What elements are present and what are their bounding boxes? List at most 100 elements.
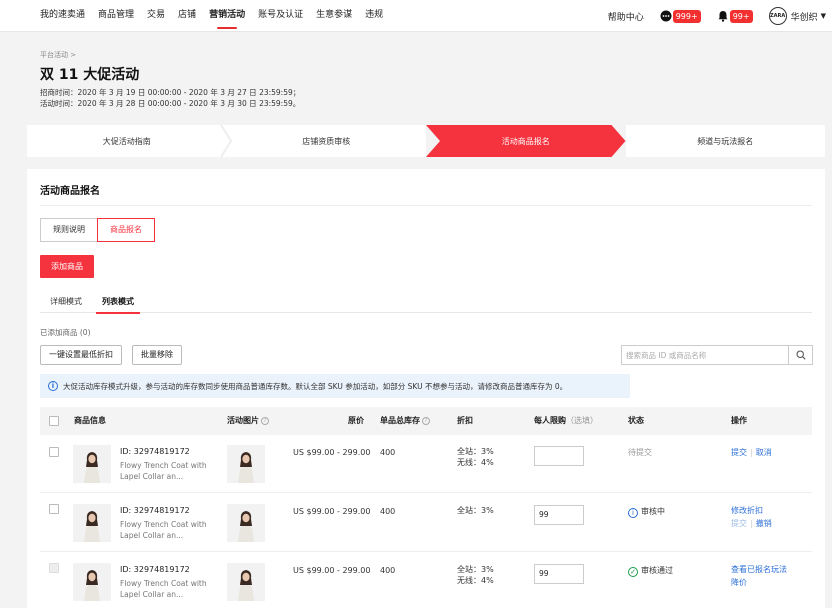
nav-item-trade[interactable]: 交易: [147, 0, 165, 32]
top-navbar: 我的速卖通 商品管理 交易 店铺 营销活动 账号及认证 生意参谋 违规 帮助中心…: [0, 0, 832, 32]
row-checkbox-disabled: [49, 563, 59, 573]
product-signup-card: 活动商品报名 规则说明 商品报名 添加商品 详细模式 列表模式 已添加商品 (0…: [27, 169, 825, 608]
info-icon: i: [48, 381, 58, 391]
avatar[interactable]: ZARA: [768, 7, 787, 25]
messages-badge: 999+: [672, 9, 701, 23]
activity-image-pic: [227, 504, 265, 542]
revoke-link[interactable]: 撤销: [756, 519, 772, 528]
table-row: ID: 32974819172 Flowy Trench Coat with L…: [40, 553, 812, 608]
info-banner: i 大促活动库存模式升级，参与活动的库存数同步使用商品普通库存数。默认全部 SK…: [40, 374, 630, 398]
discount-site: 全站：3%: [457, 447, 494, 456]
discount-mobile: 无线：4%: [457, 576, 494, 585]
product-id: ID: 32974819172: [120, 506, 190, 515]
breadcrumb[interactable]: 平台活动 >: [40, 50, 76, 60]
nav-item-products[interactable]: 商品管理: [98, 0, 134, 32]
batch-remove-button[interactable]: 批量移除: [132, 345, 182, 365]
product-id: ID: 32974819172: [120, 447, 190, 456]
activity-time: 活动时间：2020 年 3 月 28 日 00:00:00 - 2020 年 3…: [40, 99, 301, 108]
status-text: 审核通过: [641, 566, 673, 575]
nav-item-violations[interactable]: 违规: [365, 0, 383, 32]
col-limit-label: 每人限购: [534, 416, 566, 425]
product-name[interactable]: Flowy Trench Coat with: [120, 578, 207, 589]
product-image: [73, 563, 111, 601]
discount-site: 全站：3%: [457, 506, 494, 515]
nav-item-analytics[interactable]: 生意参谋: [316, 0, 352, 32]
product-thumbnail: [73, 504, 111, 542]
col-price: 原价: [348, 416, 364, 425]
activity-image[interactable]: [227, 445, 265, 483]
top-right-tools: 帮助中心 999+ 99+ ZARA 华创织 ▼: [608, 0, 826, 32]
page-header: 平台活动 > 双 11 大促活动 招商时间：2020 年 3 月 19 日 00…: [27, 36, 825, 118]
col-product-info: 商品信息: [74, 416, 106, 425]
reduce-price-link[interactable]: 降价: [731, 578, 747, 587]
help-icon[interactable]: ?: [261, 416, 269, 425]
nav-item-my-store[interactable]: 我的速卖通: [40, 0, 85, 32]
product-info: ID: 32974819172 Flowy Trench Coat with L…: [120, 445, 207, 482]
nav-item-marketing[interactable]: 营销活动: [209, 0, 245, 32]
tab-product-signup[interactable]: 商品报名: [97, 218, 155, 242]
price-cell: US $99.00 - 299.00: [293, 507, 371, 516]
nav-item-account[interactable]: 账号及认证: [258, 0, 303, 32]
discount-site: 全站：3%: [457, 565, 494, 574]
table-header: 商品信息 活动图片? 原价 单品总库存? 折扣 每人限购（选填） 状态 操作: [40, 407, 812, 435]
notifications-badge: 99+: [729, 9, 753, 23]
limit-input[interactable]: 99: [534, 505, 584, 525]
view-mode-tabs: 详细模式 列表模式: [40, 293, 812, 314]
row-actions: 修改折扣 提交 | 撤销: [731, 506, 772, 528]
limit-input[interactable]: [534, 446, 584, 466]
select-all-checkbox[interactable]: [49, 416, 59, 426]
col-activity-image: 活动图片?: [227, 407, 269, 435]
edit-discount-link[interactable]: 修改折扣: [731, 506, 763, 515]
product-thumbnail: [73, 445, 111, 483]
product-name-cont: Lapel Collar an...: [120, 531, 184, 540]
set-min-discount-button[interactable]: 一键设置最低折扣: [40, 345, 122, 365]
cancel-link[interactable]: 取消: [756, 448, 772, 457]
submit-link[interactable]: 提交: [731, 448, 747, 457]
limit-input[interactable]: 99: [534, 564, 584, 584]
product-image: [73, 445, 111, 483]
activity-image-pic: [227, 563, 265, 601]
activity-image[interactable]: [227, 504, 265, 542]
tab-list-mode[interactable]: 列表模式: [92, 293, 144, 314]
main-nav: 我的速卖通 商品管理 交易 店铺 营销活动 账号及认证 生意参谋 违规: [40, 0, 396, 32]
step-label: 活动商品报名: [501, 136, 550, 146]
step-qualification[interactable]: 店铺资质审核: [226, 125, 426, 157]
stock-cell: 400: [380, 448, 396, 457]
table-row: ID: 32974819172 Flowy Trench Coat with L…: [40, 435, 812, 493]
messages-button[interactable]: 999+: [660, 9, 701, 23]
status-badge: 待提交: [628, 448, 652, 457]
status-badge: i 审核中: [628, 505, 665, 518]
view-signup-link[interactable]: 查看已报名玩法: [731, 565, 787, 574]
search-box: [621, 345, 813, 365]
user-name[interactable]: 华创织: [791, 10, 818, 23]
nav-item-shop[interactable]: 店铺: [178, 0, 196, 32]
notifications-button[interactable]: 99+: [717, 9, 753, 23]
price-cell: US $99.00 - 299.00: [293, 566, 371, 575]
segment-tabs: 规则说明 商品报名: [40, 218, 155, 242]
product-image: [73, 504, 111, 542]
product-name-cont: Lapel Collar an...: [120, 590, 184, 599]
help-center-link[interactable]: 帮助中心: [608, 10, 644, 23]
col-discount: 折扣: [457, 416, 473, 425]
step-guide[interactable]: 大促活动指南: [27, 125, 232, 157]
table-row: ID: 32974819172 Flowy Trench Coat with L…: [40, 494, 812, 552]
price-cell: US $99.00 - 299.00: [293, 448, 371, 457]
step-product-signup[interactable]: 活动商品报名: [426, 125, 626, 157]
tab-detail-mode[interactable]: 详细模式: [40, 293, 92, 313]
row-checkbox[interactable]: [49, 447, 59, 457]
search-button[interactable]: [788, 346, 812, 364]
step-channel-signup[interactable]: 频道与玩法报名: [625, 125, 825, 157]
bell-icon: [718, 11, 728, 22]
row-checkbox[interactable]: [49, 504, 59, 514]
product-name[interactable]: Flowy Trench Coat with: [120, 519, 207, 530]
activity-image[interactable]: [227, 563, 265, 601]
chevron-down-icon[interactable]: ▼: [821, 12, 826, 20]
search-input[interactable]: [622, 346, 788, 364]
stock-cell: 400: [380, 566, 396, 575]
product-name[interactable]: Flowy Trench Coat with: [120, 460, 207, 471]
help-icon[interactable]: ?: [422, 416, 430, 425]
step-label: 频道与玩法报名: [697, 136, 754, 146]
tab-rules[interactable]: 规则说明: [40, 218, 98, 242]
add-product-button[interactable]: 添加商品: [40, 255, 94, 278]
discount-cell: 全站：3% 无线：4%: [457, 564, 494, 586]
